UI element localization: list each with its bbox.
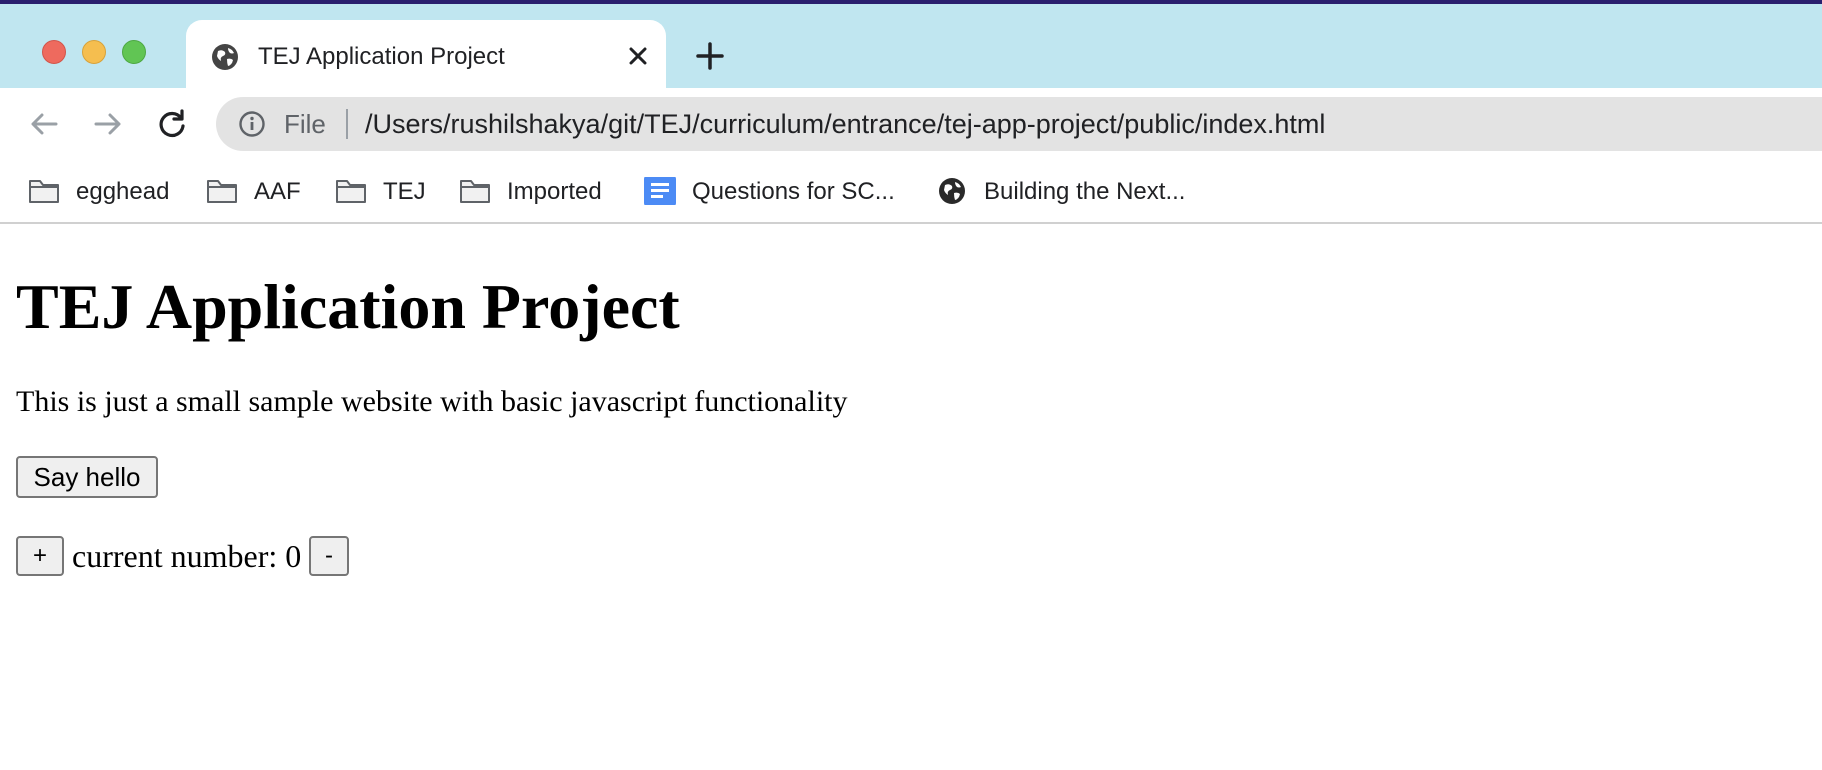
google-docs-icon <box>644 177 676 205</box>
increment-button[interactable]: + <box>16 536 64 576</box>
window-zoom-button[interactable] <box>122 40 146 64</box>
folder-icon <box>207 180 237 203</box>
bookmark-label: Imported <box>507 178 602 205</box>
globe-icon <box>939 178 965 204</box>
window-close-button[interactable] <box>42 40 66 64</box>
decrement-button[interactable]: - <box>309 536 349 576</box>
globe-icon <box>212 44 238 70</box>
bookmark-label: Questions for SC... <box>692 178 895 205</box>
counter-label: current number: 0 <box>72 538 302 574</box>
page-content: TEJ Application Project This is just a s… <box>0 226 1822 770</box>
bookmark-label: Building the Next... <box>984 178 1186 205</box>
bookmark-label: TEJ <box>383 178 426 205</box>
tab-title: TEJ Application Project <box>258 43 505 70</box>
bookmark-label: AAF <box>254 178 301 205</box>
address-divider <box>346 109 348 139</box>
folder-icon <box>336 180 366 203</box>
url-text[interactable]: /Users/rushilshakya/git/TEJ/curriculum/e… <box>365 109 1325 139</box>
reload-icon[interactable] <box>154 106 190 142</box>
info-icon[interactable] <box>238 110 266 138</box>
window-minimize-button[interactable] <box>82 40 106 64</box>
page-title: TEJ Application Project <box>16 271 680 342</box>
close-icon[interactable] <box>622 40 654 72</box>
back-arrow-icon[interactable] <box>26 106 62 142</box>
navigation-bar: File /Users/rushilshakya/git/TEJ/curricu… <box>0 88 1822 160</box>
page-description: This is just a small sample website with… <box>16 385 848 418</box>
folder-icon <box>29 180 59 203</box>
forward-arrow-icon[interactable] <box>90 106 126 142</box>
tab-active[interactable]: TEJ Application Project <box>186 20 666 92</box>
url-scheme-label: File <box>284 109 326 139</box>
new-tab-icon[interactable] <box>694 40 726 72</box>
tab-strip: TEJ Application Project <box>0 4 1822 92</box>
bookmarks-bar: egghead AAF TEJ Imported Questions for S… <box>0 160 1822 224</box>
bookmark-label: egghead <box>76 178 170 205</box>
say-hello-button[interactable]: Say hello <box>16 456 158 498</box>
address-bar[interactable]: File /Users/rushilshakya/git/TEJ/curricu… <box>216 97 1822 151</box>
folder-icon <box>460 180 490 203</box>
